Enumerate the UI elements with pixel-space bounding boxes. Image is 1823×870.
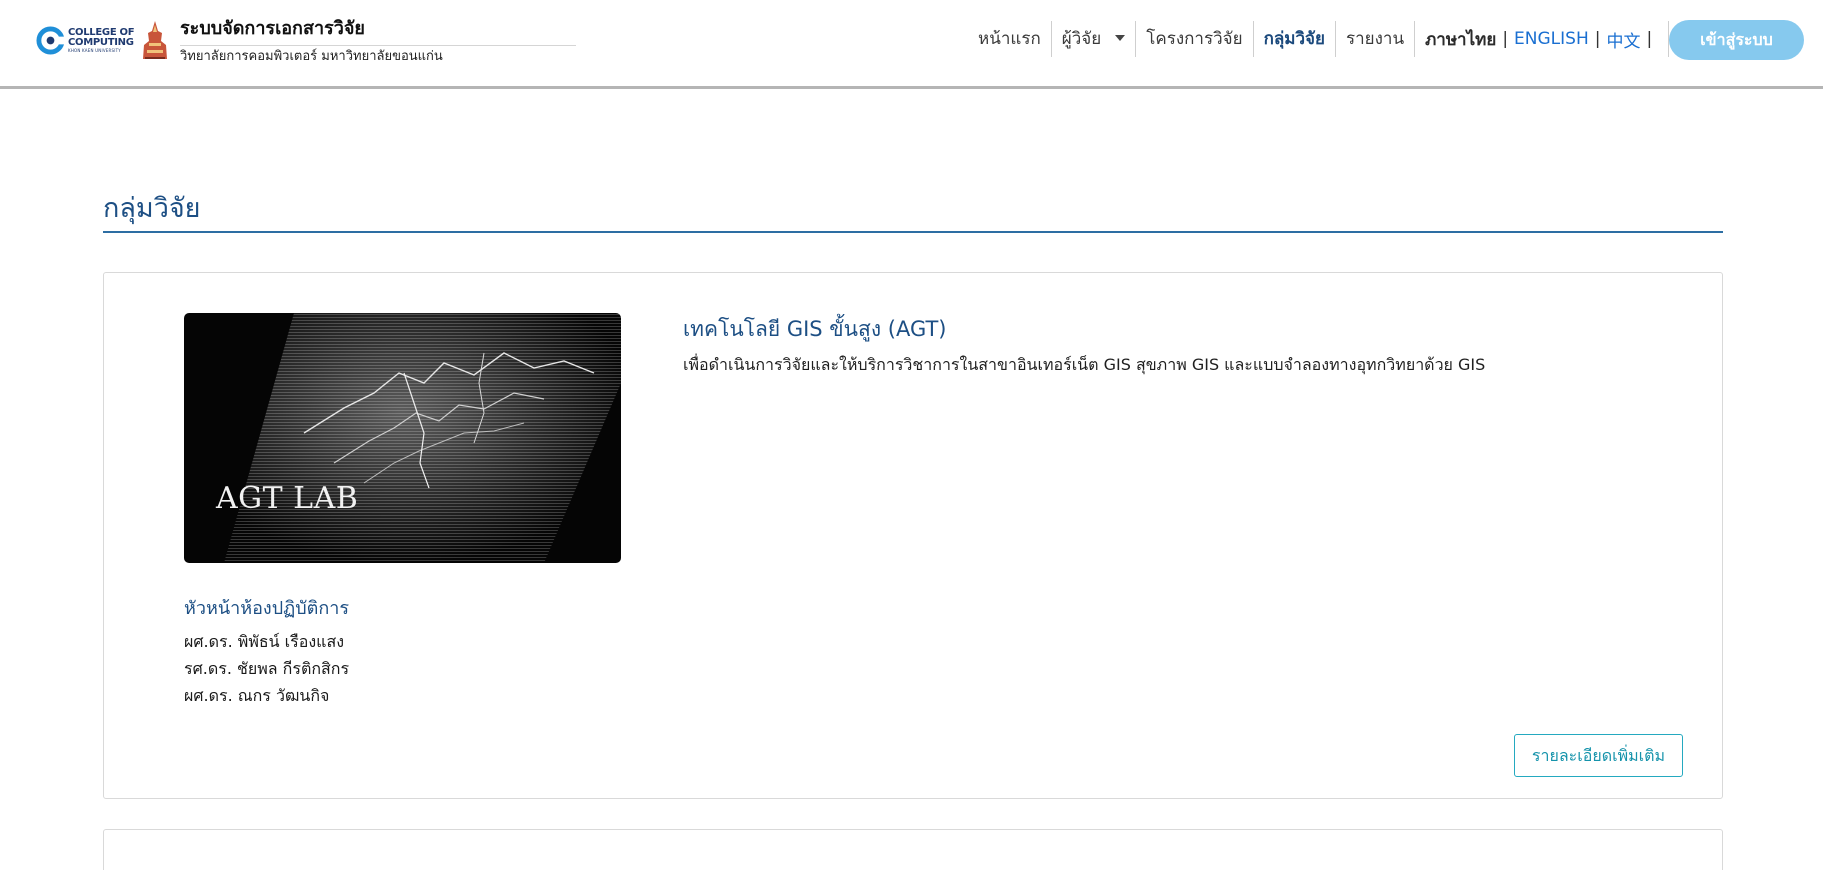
top-navbar: COLLEGE OF COMPUTING KHON KAEN UNIVERSIT… xyxy=(0,0,1823,89)
lab-head-member: รศ.ดร. ชัยพล กีรติกสิกร xyxy=(184,659,350,678)
college-logo-line2: COMPUTING xyxy=(68,36,134,48)
lab-head-list: ผศ.ดร. พิพัธน์ เรืองแสง รศ.ดร. ชัยพล กีร… xyxy=(184,628,349,709)
lab-head-label: หัวหน้าห้องปฏิบัติการ xyxy=(184,598,350,619)
lab-head-member: ผศ.ดร. ณกร วัฒนกิจ xyxy=(184,686,330,705)
college-logo-text: COLLEGE OF COMPUTING KHON KAEN UNIVERSIT… xyxy=(68,26,135,53)
site-title: ระบบจัดการเอกสารวิจัย xyxy=(180,17,576,46)
group-image[interactable]: AGT LAB xyxy=(184,313,621,563)
lang-separator: | xyxy=(1646,29,1653,49)
lang-separator: | xyxy=(1502,29,1509,49)
more-details-button[interactable]: รายละเอียดเพิ่มเติม xyxy=(1514,734,1683,777)
nav-home[interactable]: หน้าแรก xyxy=(970,21,1052,57)
page-title: กลุ่มวิจัย xyxy=(103,193,201,224)
login-button[interactable]: เข้าสู่ระบบ xyxy=(1669,20,1804,60)
group-image-caption: AGT LAB xyxy=(216,481,359,516)
research-group-card: AGT LAB หัวหน้าห้องปฏิบัติการ ผศ.ดร. พิพ… xyxy=(103,272,1723,799)
lang-thai[interactable]: ภาษาไทย xyxy=(1425,26,1496,53)
nav-researchers-label: ผู้วิจัย xyxy=(1061,29,1102,49)
nav-reports[interactable]: รายงาน xyxy=(1336,21,1416,57)
lang-english[interactable]: ENGLISH xyxy=(1514,29,1589,49)
research-group-card-next xyxy=(103,829,1723,870)
language-switcher: ภาษาไทย | ENGLISH | 中文 | xyxy=(1415,21,1670,57)
college-logo-icon xyxy=(36,25,65,55)
college-of-computing-logo: COLLEGE OF COMPUTING KHON KAEN UNIVERSIT… xyxy=(36,25,135,55)
nav-groups[interactable]: กลุ่มวิจัย xyxy=(1254,21,1336,57)
terrain-wireframe-graphic xyxy=(224,313,621,563)
university-logo-icon xyxy=(143,21,168,59)
nav-projects[interactable]: โครงการวิจัย xyxy=(1136,21,1254,57)
caret-down-icon xyxy=(1115,34,1126,41)
page-title-bar: กลุ่มวิจัย xyxy=(103,193,1723,233)
college-logo-line1: COLLEGE OF xyxy=(68,26,135,38)
brand-logos[interactable]: COLLEGE OF COMPUTING KHON KAEN UNIVERSIT… xyxy=(36,18,170,62)
college-logo-line3: KHON KAEN UNIVERSITY xyxy=(68,47,121,53)
lang-separator: | xyxy=(1594,29,1601,49)
site-subtitle: วิทยาลัยการคอมพิวเตอร์ มหาวิทยาลัยขอนแก่… xyxy=(180,49,443,64)
main-nav: หน้าแรก ผู้วิจัย โครงการวิจัย กลุ่มวิจัย… xyxy=(970,21,1670,57)
lab-head-member: ผศ.ดร. พิพัธน์ เรืองแสง xyxy=(184,632,345,651)
group-name[interactable]: เทคโนโลยี GIS ขั้นสูง (AGT) xyxy=(683,313,947,346)
nav-researchers-dropdown[interactable]: ผู้วิจัย xyxy=(1052,21,1137,57)
site-title-block: ระบบจัดการเอกสารวิจัย วิทยาลัยการคอมพิวเ… xyxy=(180,17,576,65)
group-description: เพื่อดำเนินการวิจัยและให้บริการวิชาการใน… xyxy=(683,355,1486,374)
lang-chinese[interactable]: 中文 xyxy=(1606,27,1640,52)
